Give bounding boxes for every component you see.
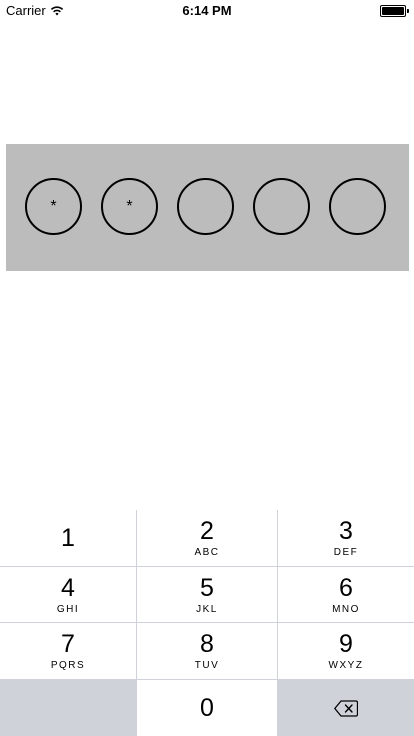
key-letters: PQRS (50, 660, 86, 671)
key-blank (0, 680, 137, 736)
key-6[interactable]: 6 MNO (278, 567, 414, 623)
pin-digit-4 (253, 178, 310, 235)
key-letters: JKL (196, 603, 218, 615)
key-0[interactable]: 0 (137, 680, 278, 736)
key-letters: GHI (56, 603, 80, 615)
key-digit: 6 (339, 573, 353, 602)
pin-digit-3 (177, 178, 234, 235)
key-digit: 8 (200, 630, 214, 658)
key-2[interactable]: 2 ABC (137, 510, 278, 567)
key-digit: 2 (200, 517, 214, 545)
status-bar: Carrier 6:14 PM (0, 0, 414, 22)
key-7[interactable]: 7 PQRS (0, 623, 137, 680)
backspace-icon (334, 699, 358, 717)
pin-digit-1: * (25, 178, 82, 235)
key-1[interactable]: 1 (0, 510, 137, 567)
key-letters: DEF (333, 547, 359, 558)
key-digit: 9 (339, 630, 353, 658)
key-5[interactable]: 5 JKL (137, 567, 278, 623)
key-3[interactable]: 3 DEF (278, 510, 414, 567)
key-digit: 0 (200, 694, 214, 722)
key-digit: 4 (61, 573, 75, 602)
key-digit: 1 (61, 524, 75, 552)
delete-button[interactable] (278, 680, 414, 736)
key-letters: TUV (194, 660, 220, 671)
battery-icon (380, 5, 409, 17)
key-digit: 3 (339, 517, 353, 545)
key-digit: 5 (200, 573, 214, 602)
key-4[interactable]: 4 GHI (0, 567, 137, 623)
key-9[interactable]: 9 WXYZ (278, 623, 414, 680)
pin-entry-panel: * * (6, 144, 409, 271)
pin-digit-5 (329, 178, 386, 235)
key-letters: ABC (194, 547, 220, 558)
key-8[interactable]: 8 TUV (137, 623, 278, 680)
numeric-keypad: 1 2 ABC 3 DEF 4 GHI 5 JKL 6 MNO 7 PQRS 8… (0, 510, 414, 736)
clock: 6:14 PM (182, 3, 232, 18)
key-letters: MNO (332, 603, 360, 615)
key-letters: WXYZ (328, 660, 364, 671)
pin-digit-2: * (101, 178, 158, 235)
key-digit: 7 (61, 630, 75, 658)
